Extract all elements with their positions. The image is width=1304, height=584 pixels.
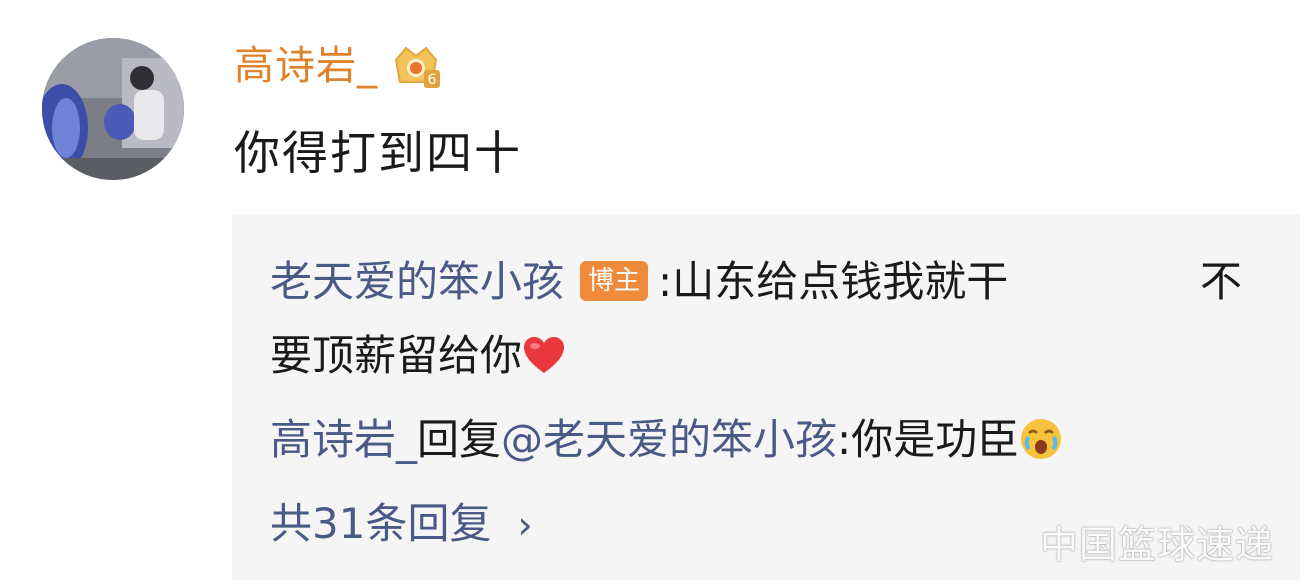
reply-text: 要顶薪留给你 [270, 331, 523, 380]
avatar[interactable] [42, 38, 184, 180]
reply-item: 老天爱的笨小孩 博主:山东给点钱我就干 [270, 252, 1008, 312]
comment-body: 你得打到四十 [234, 126, 522, 180]
crying-face-icon [1021, 418, 1062, 459]
reply-author[interactable]: 高诗岩_ [270, 415, 417, 464]
avatar-image [42, 38, 184, 180]
comment-header: 高诗岩_ 6 [234, 36, 444, 96]
more-replies-label[interactable]: 共31条回复 [270, 499, 491, 548]
host-badge: 博主 [580, 260, 649, 301]
more-replies-link[interactable]: 共31条回复 › [270, 494, 533, 555]
watermark: 中国篮球速递 [1040, 523, 1275, 567]
reply-word: 回复 [417, 415, 502, 464]
chevron-right-icon[interactable]: › [517, 495, 532, 555]
reply-separator: : [837, 415, 852, 464]
level-crown-badge-icon: 6 [394, 46, 440, 88]
level-number: 6 [428, 72, 437, 88]
reply-text-line2: 要顶薪留给你 [270, 326, 566, 386]
reply-text: 山东给点钱我就干 [672, 257, 1009, 306]
reply-separator: : [658, 257, 673, 306]
reply-text: 你是功臣 [851, 415, 1020, 464]
reply-author[interactable]: 老天爱的笨小孩 [270, 257, 564, 306]
comment-screenshot: 高诗岩_ 6 你得打到四十 老天爱的笨小孩 博主:山东给点钱我就干 不 要顶薪留给… [0, 0, 1304, 584]
reply-mention[interactable]: @老天爱的笨小孩 [501, 415, 837, 464]
reply-text-continued: 不 [1200, 257, 1243, 306]
reply-item: 高诗岩_回复@老天爱的笨小孩:你是功臣 [270, 410, 1063, 470]
comment-username[interactable]: 高诗岩_ [234, 36, 378, 96]
heart-icon [524, 336, 565, 373]
